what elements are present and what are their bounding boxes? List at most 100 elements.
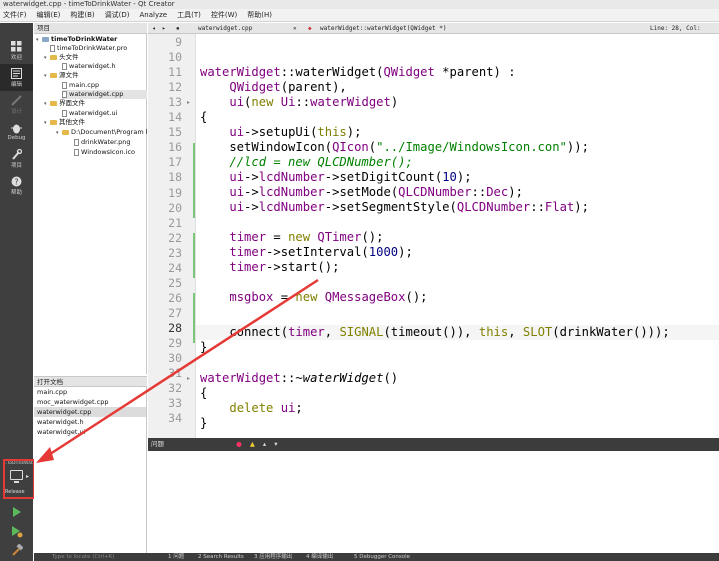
menu-help[interactable]: 帮助(H): [247, 10, 272, 20]
code-line-17: //lcd = new QLCDNumber();: [229, 155, 413, 169]
code-line-11: waterWidget::waterWidget(QWidget *parent…: [200, 65, 516, 79]
prev-issue-icon[interactable]: ▾: [274, 440, 277, 448]
code-line-28: connect(timer, SIGNAL(timeout()), this, …: [200, 325, 670, 339]
open-doc-item[interactable]: waterwidget.ui: [34, 427, 146, 437]
menu-build[interactable]: 构建(B): [70, 10, 94, 20]
code-line-32: {: [200, 386, 208, 400]
line-number: 28: [168, 320, 182, 335]
tree-item-forms[interactable]: ▾ 界面文件: [44, 99, 85, 108]
line-number: 16: [168, 140, 182, 155]
code-line-14: {: [200, 110, 208, 124]
file-tab-selector[interactable]: waterwidget.cpp: [198, 23, 252, 34]
mode-design[interactable]: 设计: [0, 91, 33, 118]
close-file-icon[interactable]: ✕: [293, 23, 297, 34]
line-number: 22: [168, 230, 182, 245]
pane-debugger-tab[interactable]: 5 Debugger Console: [354, 553, 410, 561]
pane-issues-tab[interactable]: 1 问题: [168, 553, 184, 561]
run-icon: [12, 507, 21, 517]
mode-edit[interactable]: 编辑: [0, 64, 33, 91]
tree-item-png[interactable]: drinkWater.png: [74, 138, 131, 147]
pane-compile-tab[interactable]: 4 编译输出: [306, 553, 333, 561]
folder-icon: [50, 100, 57, 106]
code-line-24: timer->start();: [229, 260, 340, 274]
tree-item-path[interactable]: ▾ D:\Document\Program l: [56, 128, 148, 137]
tree-item-waterwidget-ui[interactable]: waterwidget.ui: [62, 109, 117, 118]
line-number: 10: [168, 50, 182, 65]
menu-window[interactable]: 控件(W): [211, 10, 237, 20]
project-panel-header[interactable]: 项目: [34, 23, 147, 34]
tree-item-project[interactable]: ▾ timeToDrinkWater: [36, 35, 117, 44]
tree-item-headers[interactable]: ▾ 头文件: [44, 53, 79, 62]
run-button[interactable]: [0, 503, 33, 521]
open-doc-item[interactable]: moc_waterwidget.cpp: [34, 397, 146, 407]
menu-edit[interactable]: 编辑(E): [37, 10, 61, 20]
open-doc-item[interactable]: waterwidget.cpp: [34, 407, 146, 417]
forward-arrow-icon[interactable]: ▸: [162, 23, 166, 34]
line-number: 26: [168, 290, 182, 305]
menu-analyze[interactable]: Analyze: [140, 11, 168, 19]
line-number: 19: [168, 185, 182, 200]
open-doc-item[interactable]: waterwidget.h: [34, 417, 146, 427]
code-line-23: timer->setInterval(1000);: [229, 245, 413, 259]
mode-welcome[interactable]: 欢迎: [0, 37, 33, 64]
line-number: 9: [175, 35, 182, 49]
symbol-selector[interactable]: waterWidget::waterWidget(QWidget *): [320, 23, 446, 34]
build-button[interactable]: [0, 541, 33, 559]
locator-input[interactable]: Type to locate (Ctrl+K): [52, 553, 115, 561]
project-folder-icon: [42, 36, 49, 42]
line-number: 32: [168, 381, 182, 396]
menu-debug[interactable]: 调试(D): [105, 10, 130, 20]
folder-icon: [50, 119, 57, 125]
mode-debug[interactable]: Debug: [0, 118, 33, 145]
mode-help[interactable]: ? 帮助: [0, 172, 33, 199]
debug-run-button[interactable]: [0, 523, 33, 541]
file-icon: [50, 44, 55, 52]
tree-item-main-cpp[interactable]: main.cpp: [62, 81, 99, 90]
menu-bar: 文件(F) 编辑(E) 构建(B) 调试(D) Analyze 工具(T) 控件…: [0, 9, 719, 22]
line-number: 25: [168, 275, 182, 290]
file-icon: [62, 90, 67, 98]
fold-icon[interactable]: ▸: [187, 99, 190, 106]
back-arrow-icon[interactable]: ◂: [152, 23, 156, 34]
fold-icon[interactable]: ▸: [187, 375, 190, 382]
file-icon: [62, 62, 67, 70]
warning-filter-icon[interactable]: ▲: [250, 440, 255, 448]
design-icon: [11, 94, 23, 106]
code-line-15: ui->setupUi(this);: [229, 125, 362, 139]
change-marker: [193, 143, 195, 218]
image-file-icon: [74, 148, 79, 156]
cursor-position: Line: 28, Col:: [650, 25, 701, 32]
line-number: 23: [168, 245, 182, 260]
hammer-icon: [11, 544, 23, 556]
code-line-33: delete ui;: [229, 401, 303, 415]
next-issue-icon[interactable]: ▴: [263, 440, 266, 448]
menu-file[interactable]: 文件(F): [3, 10, 27, 20]
tree-item-pro[interactable]: timeToDrinkWater.pro: [50, 44, 127, 53]
issues-panel-header: 问题 ● ▲ ▴ ▾: [148, 438, 719, 451]
folder-icon: [62, 129, 69, 135]
project-tree: ▾ timeToDrinkWater timeToDrinkWater.pro ▾…: [34, 34, 148, 374]
issues-title: 问题: [151, 440, 164, 448]
tree-item-waterwidget-cpp[interactable]: waterwidget.cpp: [62, 90, 147, 99]
help-icon: ?: [11, 176, 23, 187]
error-filter-icon[interactable]: ●: [236, 440, 242, 448]
pane-search-tab[interactable]: 2 Search Results: [198, 553, 244, 561]
tree-item-other[interactable]: ▾ 其他文件: [44, 118, 85, 127]
menu-tools[interactable]: 工具(T): [177, 10, 201, 20]
file-icon: [62, 109, 67, 117]
code-line-13: ui(new Ui::waterWidget): [229, 95, 399, 109]
line-number: 14: [168, 110, 182, 125]
line-number: 18: [168, 170, 182, 185]
mode-projects[interactable]: 项目: [0, 145, 33, 172]
line-number: 30: [168, 351, 182, 366]
open-doc-item[interactable]: main.cpp: [34, 387, 146, 397]
line-number: 20: [168, 200, 182, 215]
tree-item-sources[interactable]: ▾ 源文件: [44, 71, 79, 80]
editor-toolbar: ◂ ▸ ▪ waterwidget.cpp ✕ ◆ waterWidget::w…: [148, 23, 719, 34]
code-line-34: }: [200, 416, 208, 430]
tree-item-waterwidget-h[interactable]: waterwidget.h: [62, 62, 116, 71]
line-number: 24: [168, 260, 182, 275]
open-documents-header[interactable]: 打开文档: [34, 376, 147, 387]
pane-output-tab[interactable]: 3 应用程序输出: [254, 553, 292, 561]
tree-item-ico[interactable]: WindowsIcon.ico: [74, 148, 135, 157]
